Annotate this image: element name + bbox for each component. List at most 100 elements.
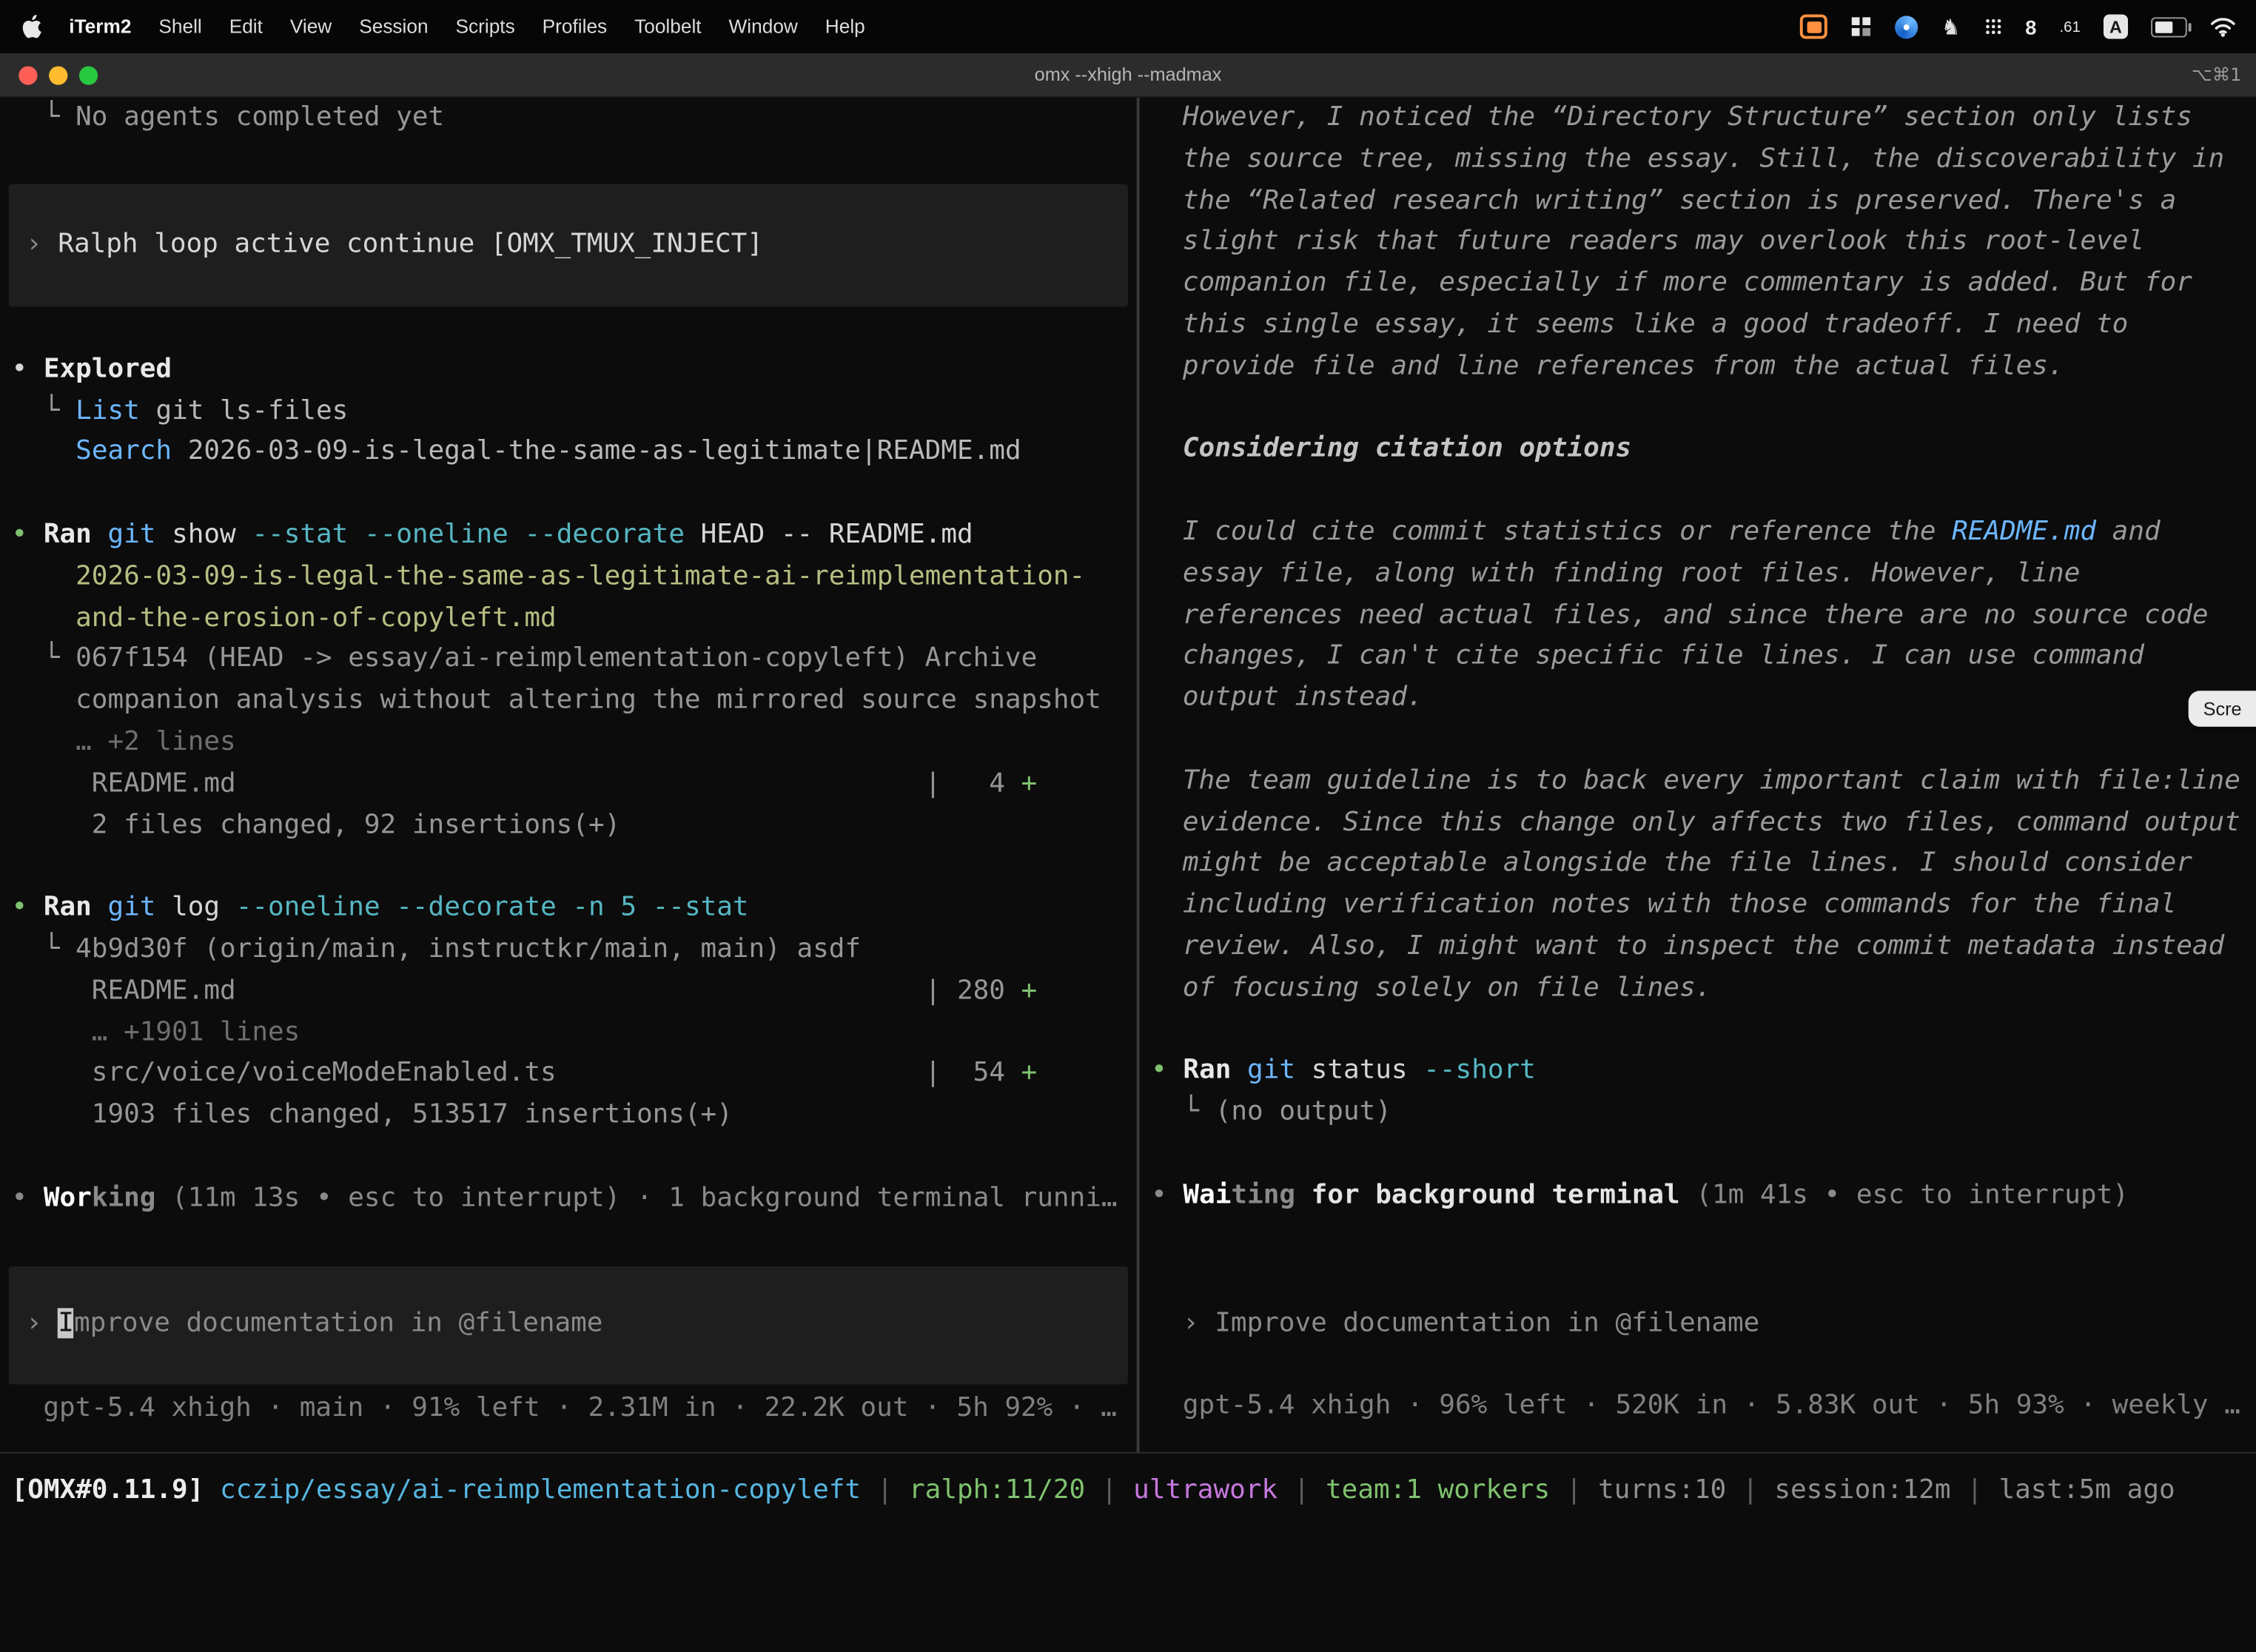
bullet: • (1151, 1055, 1183, 1086)
no-output-text: └ (no output) (1151, 1097, 1391, 1127)
waiting-detail: (1m 41s • esc to interrupt) (1680, 1180, 2129, 1210)
tree-prefix: └ (12, 395, 76, 426)
input-source-icon[interactable]: A (2104, 14, 2128, 38)
screen-recording-indicator-icon[interactable] (1800, 14, 1827, 38)
reasoning-line: might be acceptable alongside the file l… (1140, 844, 2256, 885)
window-title-bar[interactable]: omx --xhigh --madmax ⌥⌘1 (0, 53, 2256, 98)
waiting-word-bright: Wai (1183, 1180, 1231, 1210)
reasoning-line: However, I noticed the “Directory Struct… (1140, 98, 2256, 139)
text-cursor: I (58, 1309, 74, 1339)
reasoning-line: of focusing solely on file lines. (1140, 968, 2256, 1010)
cmd-subcommand: log (155, 893, 220, 923)
reasoning-line: evidence. Since this change only affects… (1140, 802, 2256, 844)
diffstat-count: | 280 (925, 976, 1021, 1006)
reasoning-line: provide file and line references from th… (1140, 346, 2256, 388)
menu-scripts[interactable]: Scripts (456, 16, 515, 37)
notification-popup[interactable]: Scre (2189, 691, 2256, 727)
explored-header: • Explored (0, 349, 1137, 391)
prompt-input[interactable]: › Improve documentation in @filename (9, 1266, 1128, 1383)
explored-title: Explored (44, 354, 172, 384)
cmd-git: git (92, 893, 156, 923)
list-args: git ls-files (140, 395, 348, 426)
menu-session[interactable]: Session (359, 16, 428, 37)
left-pane: └ No agents completed yet › Ralph loop a… (0, 98, 1137, 1452)
readme-link[interactable]: README.md (1952, 517, 2096, 547)
git-status-output-line: └ (no output) (1140, 1092, 2256, 1134)
waiting-word-rest: for background terminal (1295, 1180, 1680, 1210)
cmd-flags: --stat --oneline --decorate (236, 520, 685, 550)
explored-search-line: Search 2026-03-09-is-legal-the-same-as-l… (0, 432, 1137, 474)
truncated-lines-indicator: … +2 lines (0, 722, 1137, 764)
prompt-chevron: › (26, 1309, 58, 1339)
menu-shell[interactable]: Shell (158, 16, 201, 37)
filename-part-2: and-the-erosion-of-copyleft.md (12, 602, 557, 633)
model-status-line: gpt-5.4 xhigh · main · 91% left · 2.31M … (0, 1388, 1137, 1429)
battery-nub (2188, 22, 2192, 31)
grid-app-icon[interactable] (1850, 16, 1872, 37)
window-title: omx --xhigh --madmax (0, 53, 2256, 96)
battery-fill (2155, 21, 2172, 33)
action-search: Search (75, 437, 172, 467)
diffstat-summary: 1903 files changed, 513517 insertions(+) (0, 1095, 1137, 1137)
menu-edit[interactable]: Edit (229, 16, 263, 37)
zoom-button[interactable] (79, 66, 98, 84)
menu-help[interactable]: Help (825, 16, 865, 37)
reasoning-line: output instead. (1140, 678, 2256, 719)
omx-status-area: [OMX#0.11.9] cczip/essay/ai-reimplementa… (0, 1454, 2256, 1606)
battery-icon[interactable] (2151, 16, 2187, 36)
ran-git-log-line: • Ran git log --oneline --decorate -n 5 … (0, 888, 1137, 930)
diffstat-row: README.md| 280 + (0, 971, 1137, 1013)
git-show-output-line: └ 067f154 (HEAD -> essay/ai-reimplementa… (0, 639, 1137, 681)
menu-app-name[interactable]: iTerm2 (69, 16, 131, 37)
cmd-git: git (92, 520, 156, 550)
omx-last-activity: last:5m ago (1998, 1475, 2175, 1505)
reasoning-line: essay file, along with finding root file… (1140, 554, 2256, 595)
git-show-output-line: companion analysis without altering the … (0, 681, 1137, 722)
more-lines-text: … +2 lines (12, 727, 236, 757)
chess-knight-icon[interactable]: ♞ (1941, 13, 1961, 39)
close-button[interactable] (19, 66, 37, 84)
dots-grid-icon[interactable] (1984, 17, 2002, 36)
menu-window[interactable]: Window (729, 16, 798, 37)
reasoning-line: review. Also, I might want to inspect th… (1140, 927, 2256, 968)
diffstat-row: README.md| 4 + (0, 764, 1137, 805)
input-text: Improve documentation in @filename (1215, 1307, 1759, 1337)
ran-label: Ran (44, 520, 92, 550)
cmd-filename-line: 2026-03-09-is-legal-the-same-as-legitima… (0, 557, 1137, 598)
diffstat-file: README.md (12, 971, 925, 1013)
menu-bar-menus: iTerm2 Shell Edit View Session Scripts P… (20, 14, 865, 38)
cmd-subcommand: status (1295, 1055, 1408, 1086)
menu-view[interactable]: View (290, 16, 332, 37)
git-log-output-line: └ 4b9d30f (origin/main, instructkr/main,… (0, 930, 1137, 971)
working-word-bright: Wor (44, 1183, 92, 1213)
omx-status-line: [OMX#0.11.9] cczip/essay/ai-reimplementa… (0, 1471, 2256, 1512)
wifi-icon[interactable] (2210, 16, 2236, 37)
ran-git-show-line: • Ran git show --stat --oneline --decora… (0, 515, 1137, 557)
diffstat-summary: 2 files changed, 92 insertions(+) (0, 805, 1137, 847)
truncated-lines-indicator: … +1901 lines (0, 1013, 1137, 1054)
menu-profiles[interactable]: Profiles (543, 16, 608, 37)
reasoning-line: slight risk that future readers may over… (1140, 222, 2256, 263)
omx-turns: turns:10 (1598, 1475, 1726, 1505)
minimize-button[interactable] (49, 66, 67, 84)
working-detail: (11m 13s • esc to interrupt) · 1 backgro… (155, 1183, 1117, 1213)
apple-menu-icon[interactable] (20, 14, 41, 38)
diffstat-row: src/voice/voiceModeEnabled.ts| 54 + (0, 1054, 1137, 1095)
battery-meter-icon[interactable]: .61 (2059, 18, 2080, 35)
traffic-lights (19, 66, 98, 84)
summary-text: 1903 files changed, 513517 insertions(+) (12, 1100, 733, 1130)
inject-banner-text: Ralph loop active continue [OMX_TMUX_INJ… (58, 229, 763, 259)
model-status-line: gpt-5.4 xhigh · 96% left · 520K in · 5.8… (1140, 1386, 2256, 1428)
menu-toolbelt[interactable]: Toolbelt (634, 16, 701, 37)
number-8-icon[interactable]: 8 (2025, 15, 2036, 38)
bullet: • (12, 354, 44, 384)
diffstat-file: README.md (12, 764, 925, 805)
diffstat-plus: + (1021, 1058, 1038, 1089)
omx-session-time: session:12m (1774, 1475, 1950, 1505)
prompt-chevron: › (26, 229, 58, 259)
reasoning-line: references need actual files, and since … (1140, 595, 2256, 637)
bullet: • (12, 520, 44, 550)
compass-app-icon[interactable] (1895, 15, 1918, 38)
prompt-input[interactable]: › Improve documentation in @filename (1140, 1303, 2256, 1345)
action-list: List (75, 395, 140, 426)
